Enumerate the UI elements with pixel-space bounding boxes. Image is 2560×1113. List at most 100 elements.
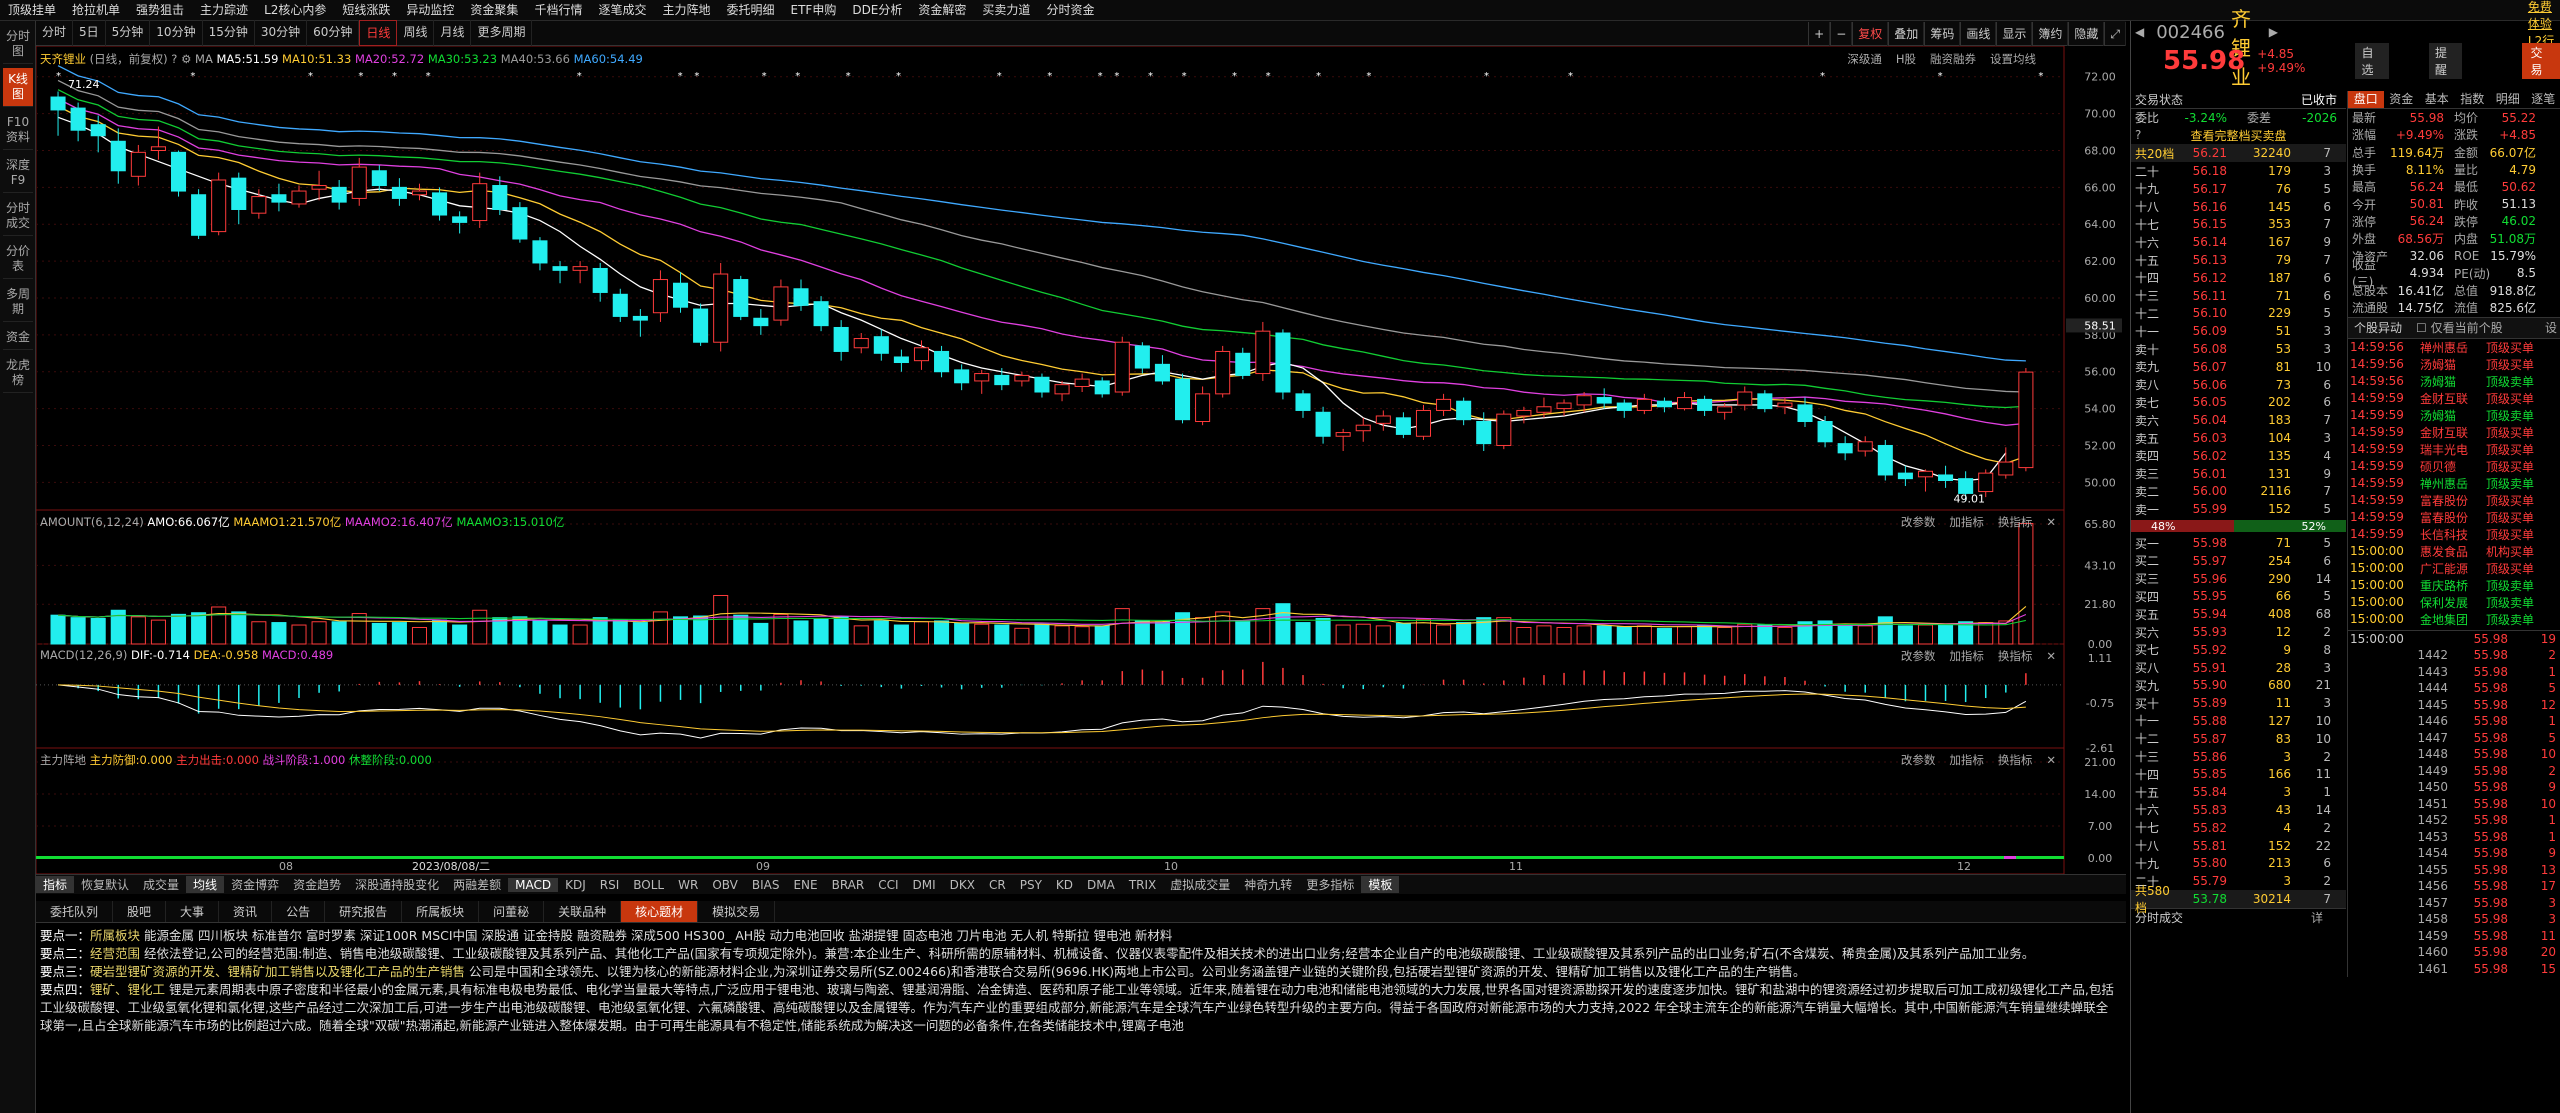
panel-tool[interactable]: 换指标 [1998, 515, 2033, 529]
yidong-row[interactable]: 14:59:59 富春股份 顶级买单 [2348, 509, 2560, 526]
period-tab[interactable]: 60分钟 [307, 20, 360, 46]
indicator-tab[interactable]: WR [671, 878, 705, 892]
indicator-tab[interactable]: DKX [943, 878, 982, 892]
indicator-tab[interactable]: RSI [593, 878, 627, 892]
orderbook-row[interactable]: 卖五 56.03 104 3 [2131, 429, 2346, 447]
quote-tab[interactable]: 基本 [2419, 91, 2455, 108]
only-current-checkbox[interactable]: ☐ 仅看当前个股 [2416, 319, 2503, 336]
orderbook-row[interactable]: 买八 55.91 28 3 [2131, 659, 2346, 677]
topbar-item[interactable]: 分时资金 [1038, 0, 1102, 20]
panel-tool[interactable]: 改参数 [1901, 753, 1936, 767]
orderbook-row[interactable]: 十七 56.15 353 7 [2131, 216, 2346, 234]
orderbook-row[interactable]: 十六 55.83 43 14 [2131, 801, 2346, 819]
expand-icon[interactable]: ⤢ [2104, 21, 2126, 46]
topbar-item[interactable]: L2核心内参 [256, 0, 334, 20]
topbar-item[interactable]: 千档行情 [526, 0, 590, 20]
chart-tool[interactable]: 复权 [1852, 21, 1889, 46]
orderbook-row[interactable]: 买三 55.96 290 14 [2131, 570, 2346, 588]
indicator-tab[interactable]: 神奇九转 [1237, 876, 1299, 893]
gear-icon[interactable]: ⚙ [181, 52, 191, 66]
f10-tab[interactable]: 核心题材 [621, 901, 699, 922]
f10-tab[interactable]: 委托队列 [36, 901, 114, 922]
period-tab[interactable]: 分时 [36, 20, 74, 46]
orderbook-row[interactable]: 十一 56.09 51 3 [2131, 322, 2346, 340]
kline-chart-area[interactable]: 72.00 70.00 68.00 66.00 64.00 62.00 60.00 58.00… [36, 46, 2126, 884]
indicator-tab[interactable]: KD [1049, 878, 1080, 892]
orderbook-row[interactable]: 买四 55.95 66 5 [2131, 588, 2346, 606]
prev-stock-icon[interactable]: ◀ [2135, 25, 2144, 39]
f10-tab[interactable]: 公告 [272, 901, 326, 922]
yidong-row[interactable]: 14:59:59 瑞丰光电 顶级买单 [2348, 441, 2560, 458]
topbar-item[interactable]: DDE分析 [844, 0, 910, 20]
indicator-tab[interactable]: 深股通持股变化 [348, 876, 446, 893]
leftnav-item[interactable]: 分时成交 [3, 197, 33, 236]
quote-tab[interactable]: 资金 [2384, 91, 2420, 108]
close-icon[interactable]: ✕ [2046, 649, 2056, 663]
leftnav-item[interactable]: 分时图 [3, 25, 33, 64]
topbar-item[interactable]: 主力踪迹 [192, 0, 256, 20]
indicator-tab[interactable]: MACD [508, 877, 559, 892]
yidong-row[interactable]: 15:00:00 惠发食品 机构买单 [2348, 543, 2560, 560]
topbar-item[interactable]: 逐笔成交 [590, 0, 654, 20]
close-icon[interactable]: ✕ [2046, 515, 2056, 529]
indicator-tab[interactable]: BIAS [745, 878, 787, 892]
quote-tab[interactable]: 逐笔 [2526, 91, 2560, 108]
panel-tool[interactable]: 加指标 [1949, 649, 1984, 663]
chart-tool[interactable]: 画线 [1960, 21, 1997, 46]
f10-tab[interactable]: 关联品种 [544, 901, 622, 922]
period-tab[interactable]: 日线 [359, 20, 398, 46]
orderbook-row[interactable]: 十二 56.10 229 5 [2131, 305, 2346, 323]
f10-tab[interactable]: 所属板块 [402, 901, 480, 922]
chart-tool[interactable]: 隐藏 [2068, 21, 2105, 46]
quote-tab[interactable]: 盘口 [2348, 91, 2384, 108]
indicator-tab[interactable]: PSY [1013, 878, 1049, 892]
topbar-item[interactable]: 短线涨跌 [334, 0, 398, 20]
panel-tool[interactable]: 加指标 [1949, 515, 1984, 529]
yidong-row[interactable]: 15:00:00 重庆路桥 顶级卖单 [2348, 577, 2560, 594]
indicator-tab[interactable]: CCI [871, 878, 905, 892]
f10-tab[interactable]: 模拟交易 [698, 901, 776, 922]
yidong-row[interactable]: 14:59:59 金财互联 顶级买单 [2348, 390, 2560, 407]
orderbook-row[interactable]: 十三 56.11 71 6 [2131, 287, 2346, 305]
leftnav-item[interactable]: 分价表 [3, 240, 33, 279]
orderbook-row[interactable]: 卖十 56.08 53 3 [2131, 340, 2346, 358]
orderbook-row[interactable]: 十六 56.14 167 9 [2131, 233, 2346, 251]
period-tab[interactable]: 周线 [397, 20, 435, 46]
orderbook-row[interactable]: 买十 55.89 11 3 [2131, 694, 2346, 712]
f10-tab[interactable]: 股吧 [113, 901, 167, 922]
orderbook-row[interactable]: 十五 56.13 79 7 [2131, 251, 2346, 269]
quote-tab[interactable]: 指数 [2455, 91, 2491, 108]
chart-tool[interactable]: 筹码 [1924, 21, 1961, 46]
indicator-tab[interactable]: BRAR [825, 878, 872, 892]
topbar-item[interactable]: 资金聚集 [462, 0, 526, 20]
indicator-tab[interactable]: KDJ [558, 878, 593, 892]
orderbook-row[interactable]: 买二 55.97 254 6 [2131, 552, 2346, 570]
orderbook-row[interactable]: 买六 55.93 12 2 [2131, 623, 2346, 641]
orderbook-row[interactable]: 十四 55.85 166 11 [2131, 765, 2346, 783]
orderbook-row[interactable]: 买一 55.98 71 5 [2131, 534, 2346, 552]
alert-button[interactable]: 提醒 [2428, 43, 2463, 79]
period-tab[interactable]: 更多周期 [471, 20, 533, 46]
full-orderbook-link[interactable]: ? 查看完整档买卖盘 [2131, 127, 2346, 145]
orderbook-row[interactable]: 十五 55.84 3 1 [2131, 783, 2346, 801]
indicator-tab[interactable]: DMI [906, 878, 943, 892]
orderbook-row[interactable]: 二十 56.18 179 3 [2131, 162, 2346, 180]
period-tab[interactable]: 30分钟 [255, 20, 308, 46]
panel-tool[interactable]: 换指标 [1998, 753, 2033, 767]
fenshi-deal-header[interactable]: 分时成交详 [2131, 907, 2346, 926]
yidong-row[interactable]: 14:59:56 汤姆猫 顶级买单 [2348, 356, 2560, 373]
indicator-tab[interactable]: 两融差额 [446, 876, 508, 893]
yidong-row[interactable]: 15:00:00 保利发展 顶级卖单 [2348, 594, 2560, 611]
orderbook-row[interactable]: 十九 55.80 213 6 [2131, 854, 2346, 872]
main-right-link[interactable]: 融资融券 [1930, 52, 1976, 66]
orderbook-row[interactable]: 十一 55.88 127 10 [2131, 712, 2346, 730]
quote-tab[interactable]: 明细 [2490, 91, 2526, 108]
indicator-tab[interactable]: ENE [786, 878, 824, 892]
leftnav-item[interactable]: F10资料 [3, 111, 33, 150]
indicator-tab[interactable]: CR [982, 878, 1013, 892]
indicator-tab[interactable]: 资金趋势 [286, 876, 348, 893]
indicator-tab[interactable]: TRIX [1122, 878, 1163, 892]
leftnav-item[interactable]: 深度F9 [3, 154, 33, 193]
kline-chart-svg[interactable]: 72.0070.0068.0066.0064.0062.0060.0058.00… [36, 46, 2126, 874]
orderbook-row[interactable]: 买九 55.90 680 21 [2131, 677, 2346, 695]
